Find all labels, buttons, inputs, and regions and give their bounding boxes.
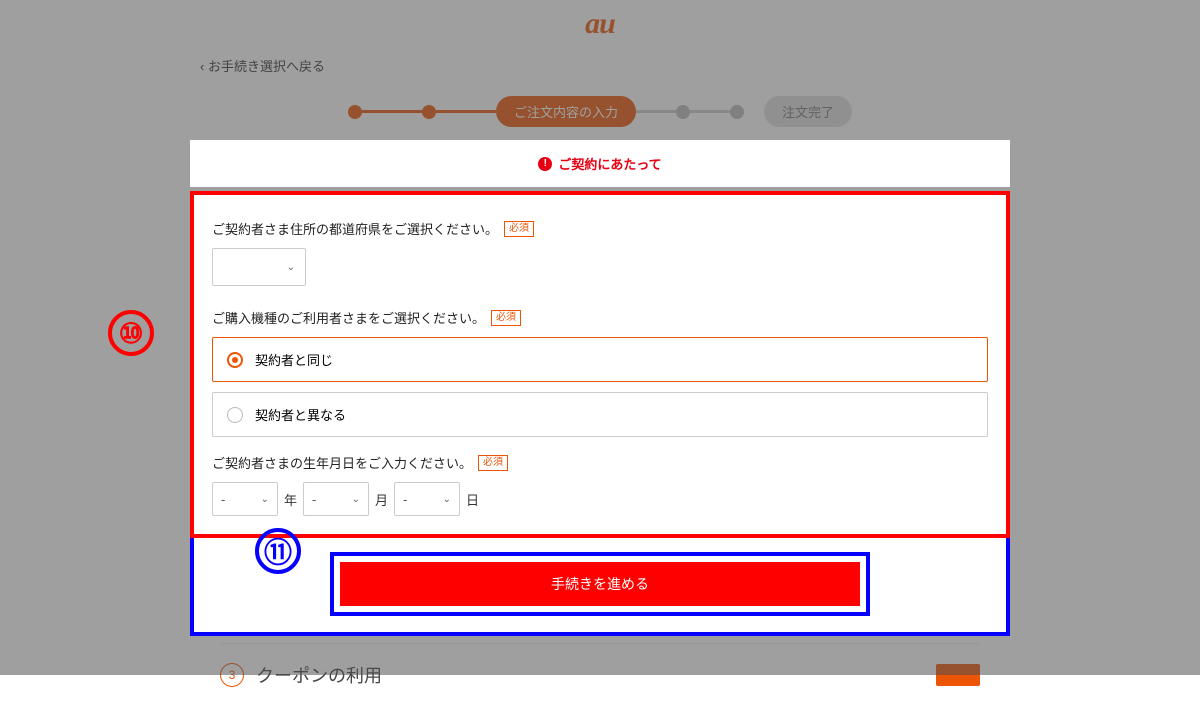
app-header: au bbox=[0, 0, 1200, 48]
chevron-down-icon: ⌄ bbox=[443, 494, 451, 505]
section-number: 3 bbox=[220, 663, 244, 687]
prefecture-label: ご契約者さま住所の都道府県をご選択ください。 必須 bbox=[212, 219, 988, 238]
dob-day-select[interactable]: -⌄ bbox=[394, 482, 460, 516]
submit-area: 手続きを進める bbox=[190, 538, 1010, 636]
form-panel: ご契約者さま住所の都道府県をご選択ください。 必須 ⌄ ご購入機種のご利用者さま… bbox=[190, 191, 1010, 538]
dob-label: ご契約者さまの生年月日をご入力ください。 必須 bbox=[212, 453, 988, 472]
prefecture-select[interactable]: ⌄ bbox=[212, 248, 306, 286]
label-text: ご購入機種のご利用者さまをご選択ください。 bbox=[212, 308, 485, 327]
back-link[interactable]: ‹ お手続き選択へ戻る bbox=[200, 56, 325, 75]
step-dot bbox=[676, 105, 690, 119]
step-dot bbox=[422, 105, 436, 119]
dob-row: -⌄ 年 -⌄ 月 -⌄ 日 bbox=[212, 482, 988, 516]
modal: ! ご契約にあたって ご契約者さま住所の都道府県をご選択ください。 必須 ⌄ ご… bbox=[190, 140, 1010, 636]
required-badge: 必須 bbox=[491, 310, 521, 326]
label-text: ご契約者さま住所の都道府県をご選択ください。 bbox=[212, 219, 498, 238]
radio-label: 契約者と同じ bbox=[255, 350, 333, 369]
step-dot bbox=[730, 105, 744, 119]
step-current: ご注文内容の入力 bbox=[496, 96, 636, 127]
back-link-label: お手続き選択へ戻る bbox=[208, 59, 325, 74]
dob-year-select[interactable]: -⌄ bbox=[212, 482, 278, 516]
contract-notice[interactable]: ! ご契約にあたって bbox=[190, 140, 1010, 187]
unit-day: 日 bbox=[466, 490, 479, 509]
section-badge bbox=[936, 664, 980, 686]
unit-month: 月 bbox=[375, 490, 388, 509]
select-value: - bbox=[403, 492, 407, 507]
step-final: 注文完了 bbox=[764, 96, 852, 127]
chevron-down-icon: ⌄ bbox=[352, 494, 360, 505]
radio-icon bbox=[227, 352, 243, 368]
step-dot bbox=[348, 105, 362, 119]
label-text: ご契約者さまの生年月日をご入力ください。 bbox=[212, 453, 472, 472]
required-badge: 必須 bbox=[478, 455, 508, 471]
radio-same-as-contractor[interactable]: 契約者と同じ bbox=[212, 337, 988, 382]
brand-logo: au bbox=[585, 7, 615, 41]
step-bar bbox=[636, 110, 676, 113]
step-bar bbox=[436, 110, 496, 113]
radio-icon bbox=[227, 407, 243, 423]
step-bar bbox=[690, 110, 730, 113]
annotation-marker-11: ⑪ bbox=[255, 528, 301, 574]
radio-label: 契約者と異なる bbox=[255, 405, 346, 424]
select-value: - bbox=[312, 492, 316, 507]
section-label: クーポンの利用 bbox=[256, 662, 382, 688]
radio-different-from-contractor[interactable]: 契約者と異なる bbox=[212, 392, 988, 437]
chevron-down-icon: ⌄ bbox=[261, 494, 269, 505]
proceed-button[interactable]: 手続きを進める bbox=[340, 562, 860, 606]
select-value: - bbox=[221, 492, 225, 507]
submit-highlight: 手続きを進める bbox=[330, 552, 870, 616]
progress-stepper: ご注文内容の入力 注文完了 bbox=[200, 96, 1000, 127]
dob-month-select[interactable]: -⌄ bbox=[303, 482, 369, 516]
required-badge: 必須 bbox=[504, 221, 534, 237]
notice-text: ご契約にあたって bbox=[558, 154, 661, 173]
alert-icon: ! bbox=[538, 157, 552, 171]
step-bar bbox=[362, 110, 422, 113]
chevron-down-icon: ⌄ bbox=[287, 262, 295, 273]
unit-year: 年 bbox=[284, 490, 297, 509]
annotation-marker-10: ⑩ bbox=[108, 310, 154, 356]
user-label: ご購入機種のご利用者さまをご選択ください。 必須 bbox=[212, 308, 988, 327]
